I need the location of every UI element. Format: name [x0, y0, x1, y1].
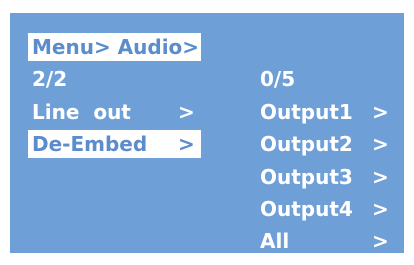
right-page-indicator-text: 0/5 — [260, 67, 296, 91]
menu-item-all[interactable]: All > — [256, 227, 396, 255]
chevron-right-icon: > — [178, 100, 195, 124]
right-page-indicator: 0/5 — [256, 65, 336, 93]
left-page-indicator-text: 2/2 — [32, 67, 68, 91]
breadcrumb-text: Menu> Audio> — [32, 35, 200, 59]
menu-item-label: All — [260, 229, 290, 253]
menu-item-label: Output1 — [260, 100, 353, 124]
menu-item-output1[interactable]: Output1 > — [256, 98, 396, 126]
menu-item-output2[interactable]: Output2 > — [256, 130, 396, 158]
chevron-right-icon: > — [372, 197, 389, 221]
menu-item-label: Output4 — [260, 197, 353, 221]
chevron-right-icon: > — [372, 229, 389, 253]
breadcrumb: Menu> Audio> — [28, 33, 201, 61]
menu-item-label: Output3 — [260, 165, 353, 189]
menu-item-output4[interactable]: Output4 > — [256, 195, 396, 223]
chevron-right-icon: > — [178, 132, 195, 156]
chevron-right-icon: > — [372, 100, 389, 124]
chevron-right-icon: > — [372, 165, 389, 189]
osd-menu-panel: Menu> Audio> 2/2 Line out > De-Embed > 0… — [10, 13, 404, 253]
menu-item-de-embed[interactable]: De-Embed > — [28, 130, 201, 158]
left-page-indicator: 2/2 — [28, 65, 108, 93]
menu-item-label: Output2 — [260, 132, 353, 156]
chevron-right-icon: > — [372, 132, 389, 156]
menu-item-line-out[interactable]: Line out > — [28, 98, 201, 126]
menu-item-label: Line out — [32, 100, 131, 124]
menu-item-label: De-Embed — [32, 132, 148, 156]
menu-item-output3[interactable]: Output3 > — [256, 163, 396, 191]
